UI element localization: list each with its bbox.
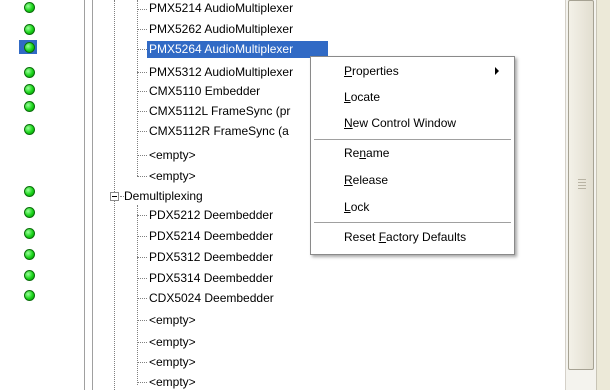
tree-node[interactable]: CMX5110 Embedder [147, 83, 262, 100]
tree-node[interactable]: PDX5214 Deembedder [147, 228, 275, 245]
status-online-icon [24, 2, 35, 13]
tree-node-selected[interactable]: PMX5264 AudioMultiplexer [147, 41, 328, 58]
tree-connector [137, 257, 147, 258]
status-online-icon [24, 186, 35, 197]
status-online-icon [24, 207, 35, 218]
tree-group-demultiplexing[interactable]: Demultiplexing [122, 188, 205, 205]
menu-label: ock [350, 200, 370, 214]
menu-accelerator: F [378, 230, 387, 244]
status-online-icon [24, 24, 35, 35]
tree-node[interactable]: CMX5112R FrameSync (a [147, 123, 291, 140]
window-frame-edge [596, 0, 610, 390]
tree-connector [137, 155, 147, 156]
status-online-icon [24, 84, 35, 95]
menu-label: actory Defaults [386, 230, 467, 244]
tree-node-empty[interactable]: <empty> [147, 312, 198, 329]
tree-node[interactable]: PDX5312 Deembedder [147, 249, 275, 266]
menu-label: ame [366, 146, 390, 160]
tree-connector [137, 131, 147, 132]
tree-border-line [84, 0, 85, 390]
vertical-scrollbar[interactable] [565, 0, 610, 390]
tree-connector [137, 205, 138, 385]
menu-label: Re [344, 146, 360, 160]
tree-node[interactable]: PDX5212 Deembedder [147, 207, 275, 224]
tree-node[interactable]: PMX5262 AudioMultiplexer [147, 21, 295, 38]
menu-label: roperties [352, 64, 399, 78]
menu-accelerator: N [344, 116, 353, 130]
scrollbar-track[interactable] [566, 0, 596, 390]
tree-connector [137, 9, 147, 10]
tree-connector [137, 278, 147, 279]
tree-connector [137, 176, 147, 177]
tree-node[interactable]: CDX5024 Deembedder [147, 290, 276, 307]
menu-item-properties[interactable]: Properties [312, 58, 513, 84]
scrollbar-grip [578, 182, 586, 183]
menu-item-new-control-window[interactable]: New Control Window [312, 110, 513, 136]
collapse-toggle-icon[interactable] [110, 192, 119, 201]
tree-node-empty[interactable]: <empty> [147, 374, 198, 390]
tree-node[interactable]: CMX5112L FrameSync (pr [147, 103, 292, 120]
tree-connector [137, 0, 138, 176]
scrollbar-grip [578, 188, 586, 189]
submenu-arrow-icon [495, 67, 499, 75]
tree-connector [137, 215, 147, 216]
status-online-icon [24, 67, 35, 78]
menu-accelerator: L [344, 90, 351, 104]
status-online-icon [24, 124, 35, 135]
tree-node-empty[interactable]: <empty> [147, 168, 198, 185]
tree-border-line [92, 0, 93, 390]
scrollbar-grip [578, 179, 586, 180]
menu-item-lock[interactable]: Lock [312, 194, 513, 220]
menu-item-locate[interactable]: Locate [312, 84, 513, 110]
menu-item-rename[interactable]: Rename [312, 140, 513, 166]
menu-item-release[interactable]: Release [312, 167, 513, 193]
status-online-icon [24, 249, 35, 260]
tree-node-empty[interactable]: <empty> [147, 354, 198, 371]
status-online-icon [24, 42, 35, 53]
menu-accelerator: L [344, 200, 351, 214]
tree-connector [137, 342, 147, 343]
status-online-icon [24, 270, 35, 281]
tree-connector [137, 29, 147, 30]
menu-label: Reset [344, 230, 379, 244]
context-menu: Properties Locate New Control Window Ren… [310, 56, 515, 255]
tree-node[interactable]: PMX5312 AudioMultiplexer [147, 64, 295, 81]
menu-item-reset-factory-defaults[interactable]: Reset Factory Defaults [312, 224, 513, 250]
tree-node-empty[interactable]: <empty> [147, 147, 198, 164]
tree-connector [137, 111, 147, 112]
tree-node[interactable]: PMX5214 AudioMultiplexer [147, 0, 295, 17]
menu-accelerator: P [344, 64, 353, 78]
menu-label: ew Control Window [352, 116, 457, 130]
menu-accelerator: R [344, 173, 353, 187]
scrollbar-grip [578, 185, 586, 186]
tree-connector [137, 298, 147, 299]
tree-connector [137, 382, 147, 383]
tree-connector [137, 49, 147, 50]
status-online-icon [24, 290, 35, 301]
menu-label: elease [352, 173, 389, 187]
tree-connector [137, 91, 147, 92]
menu-label: ocate [350, 90, 381, 104]
menu-separator [314, 222, 511, 223]
status-online-icon [24, 101, 35, 112]
tree-connector [137, 362, 147, 363]
tree-node-empty[interactable]: <empty> [147, 334, 198, 351]
scrollbar-thumb[interactable] [568, 0, 594, 370]
status-online-icon [24, 228, 35, 239]
tree-node[interactable]: PDX5314 Deembedder [147, 270, 275, 287]
tree-connector [137, 320, 147, 321]
tree-connector [137, 236, 147, 237]
tree-connector [137, 72, 147, 73]
